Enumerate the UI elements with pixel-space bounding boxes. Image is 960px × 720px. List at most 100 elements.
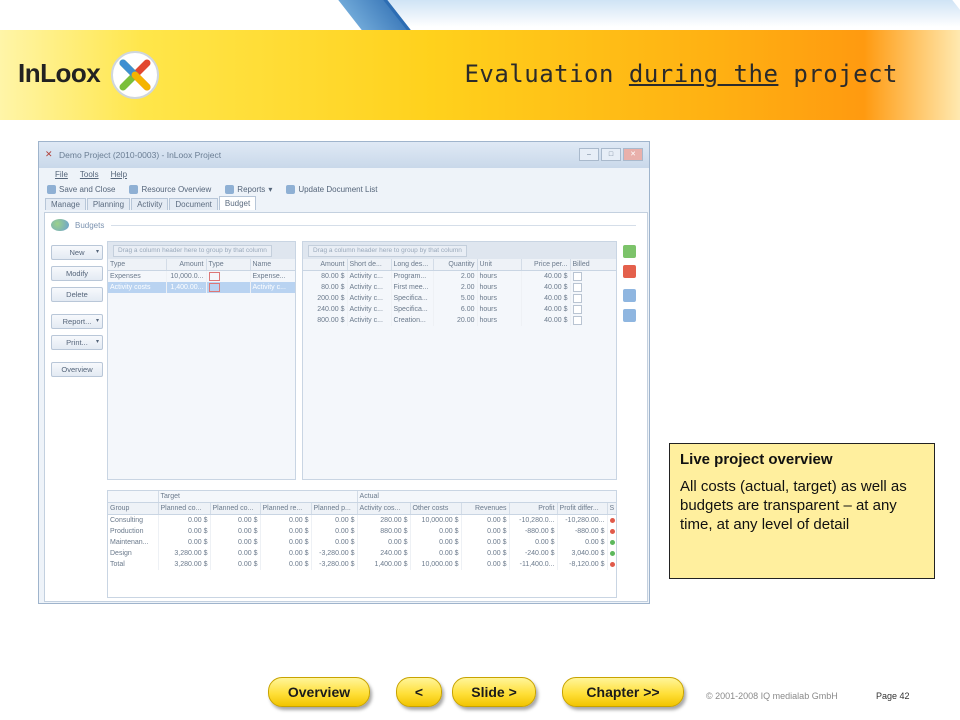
column-header[interactable]: Unit: [477, 259, 522, 271]
billed-checkbox[interactable]: [572, 316, 582, 325]
slide-title: Evaluation during the project: [464, 60, 898, 88]
budgets-heading: Budgets: [51, 219, 104, 231]
inloox-logo-icon: [111, 51, 159, 99]
column-header[interactable]: Type: [206, 259, 251, 271]
toolbar: Save and Close Resource Overview Reports…: [39, 181, 649, 198]
new-button[interactable]: New: [51, 245, 103, 260]
menu-tools[interactable]: Tools: [80, 170, 99, 179]
menu-file[interactable]: File: [55, 170, 68, 179]
column-header[interactable]: Planned co...: [158, 502, 211, 515]
billed-checkbox[interactable]: [572, 283, 582, 292]
column-header[interactable]: Long des...: [391, 259, 434, 271]
table-row[interactable]: Consulting 0.00 $0.00 $0.00 $0.00 $280.00…: [108, 514, 616, 526]
app-window: ✕ Demo Project (2010-0003) - InLoox Proj…: [38, 141, 650, 604]
minimize-button[interactable]: –: [579, 148, 599, 161]
summary-table: Target Actual Group Planned co... Planne…: [108, 491, 616, 570]
budget-items-table: Amount Short de... Long des... Quantity …: [303, 259, 616, 326]
column-header[interactable]: Planned p...: [311, 502, 358, 515]
column-header[interactable]: Billed: [570, 259, 616, 271]
resource-overview-button[interactable]: Resource Overview: [129, 185, 211, 194]
group-by-bar: Drag a column header here to group by th…: [303, 242, 616, 259]
print-button[interactable]: Print...: [51, 335, 103, 350]
summary-grid: Target Actual Group Planned co... Planne…: [107, 490, 617, 598]
table-row[interactable]: 80.00 $ Activity c... First mee... 2.00 hour…: [303, 282, 616, 293]
budget-icon: [51, 219, 69, 231]
tab-strip: Manage Planning Activity Document Budget: [39, 196, 649, 210]
type-icon: [208, 283, 220, 292]
window-title: Demo Project (2010-0003) - InLoox Projec…: [59, 150, 222, 160]
column-header[interactable]: Group: [108, 502, 159, 515]
column-header[interactable]: Name: [250, 259, 295, 271]
divider: [111, 225, 636, 226]
target-group-header: Target: [158, 491, 358, 503]
move-up-icon[interactable]: [623, 289, 636, 302]
status-indicator: [609, 550, 615, 556]
billed-checkbox[interactable]: [572, 272, 582, 281]
column-header[interactable]: Planned re...: [260, 502, 312, 515]
table-row[interactable]: 80.00 $ Activity c... Program... 2.00 hours 4…: [303, 270, 616, 282]
column-header[interactable]: S: [607, 502, 616, 515]
close-button[interactable]: ✕: [623, 148, 643, 161]
reports-button[interactable]: Reports ▾: [225, 185, 272, 194]
column-header[interactable]: Price per...: [521, 259, 571, 271]
inloox-logo: InLoox: [18, 58, 101, 88]
resource-icon: [129, 185, 139, 194]
table-row[interactable]: 240.00 $ Activity c... Specifica... 6.00 hou…: [303, 304, 616, 315]
save-icon: [47, 185, 56, 194]
reports-icon: [225, 185, 235, 194]
column-header[interactable]: Profit: [509, 502, 558, 515]
refresh-icon: [286, 185, 296, 194]
menu-bar: File Tools Help: [39, 168, 649, 181]
maximize-button[interactable]: □: [601, 148, 621, 161]
table-row-selected[interactable]: Activity costs 1,400.00... Activity c...: [108, 282, 295, 293]
add-icon[interactable]: [623, 245, 636, 258]
next-chapter-button[interactable]: Chapter >>: [562, 677, 684, 707]
column-header[interactable]: Other costs: [410, 502, 462, 515]
column-header[interactable]: Activity cos...: [357, 502, 411, 515]
status-indicator: [609, 561, 615, 567]
column-header[interactable]: Amount: [166, 259, 207, 271]
previous-slide-button[interactable]: <: [396, 677, 442, 707]
status-indicator: [609, 539, 615, 545]
budget-grid: Drag a column header here to group by th…: [107, 241, 296, 480]
report-button[interactable]: Report...: [51, 314, 103, 329]
column-header[interactable]: Short de...: [347, 259, 392, 271]
tab-manage[interactable]: Manage: [45, 198, 86, 210]
group-by-bar: Drag a column header here to group by th…: [108, 242, 295, 259]
table-row[interactable]: Design 3,280.00 $0.00 $0.00 $ -3,280.00 $2…: [108, 548, 616, 559]
table-row[interactable]: 200.00 $ Activity c... Specifica... 5.00 hou…: [303, 293, 616, 304]
budget-items-grid: Drag a column header here to group by th…: [302, 241, 617, 480]
type-icon: [208, 272, 220, 281]
menu-help[interactable]: Help: [111, 170, 127, 179]
table-row-total[interactable]: Total 3,280.00 $0.00 $0.00 $ -3,280.00 $1,…: [108, 559, 616, 570]
window-titlebar: ✕ Demo Project (2010-0003) - InLoox Proj…: [39, 142, 649, 168]
modify-button[interactable]: Modify: [51, 266, 103, 281]
tab-budget[interactable]: Budget: [218, 196, 257, 210]
column-header[interactable]: Type: [108, 259, 167, 271]
callout-body: All costs (actual, target) as well as bu…: [680, 478, 907, 533]
tab-planning[interactable]: Planning: [86, 198, 131, 210]
top-strip: [0, 0, 960, 30]
move-down-icon[interactable]: [623, 309, 636, 322]
column-header[interactable]: Amount: [303, 259, 348, 271]
table-row[interactable]: 800.00 $ Activity c... Creation... 20.00 hou…: [303, 315, 616, 326]
delete-button[interactable]: Delete: [51, 287, 103, 302]
column-header[interactable]: Revenues: [461, 502, 510, 515]
tab-activity[interactable]: Activity: [131, 198, 169, 210]
tab-document[interactable]: Document: [169, 198, 218, 210]
column-header[interactable]: Quantity: [433, 259, 478, 271]
table-row[interactable]: Maintenan... 0.00 $0.00 $0.00 $0.00 $0.00…: [108, 537, 616, 548]
page-number: Page 42: [876, 691, 910, 701]
delete-icon[interactable]: [623, 265, 636, 278]
next-slide-button[interactable]: Slide >: [452, 677, 536, 707]
table-row[interactable]: Production 0.00 $0.00 $0.00 $0.00 $880.00…: [108, 526, 616, 537]
billed-checkbox[interactable]: [572, 294, 582, 303]
overview-button[interactable]: Overview: [51, 362, 103, 377]
column-header[interactable]: Profit differ...: [557, 502, 608, 515]
column-header[interactable]: Planned co...: [210, 502, 261, 515]
overview-nav-button[interactable]: Overview: [268, 677, 370, 707]
save-and-close-button[interactable]: Save and Close: [47, 185, 115, 194]
update-document-list-button[interactable]: Update Document List: [286, 185, 377, 194]
billed-checkbox[interactable]: [572, 305, 582, 314]
table-row[interactable]: Expenses 10,000.0... Expense...: [108, 270, 295, 282]
